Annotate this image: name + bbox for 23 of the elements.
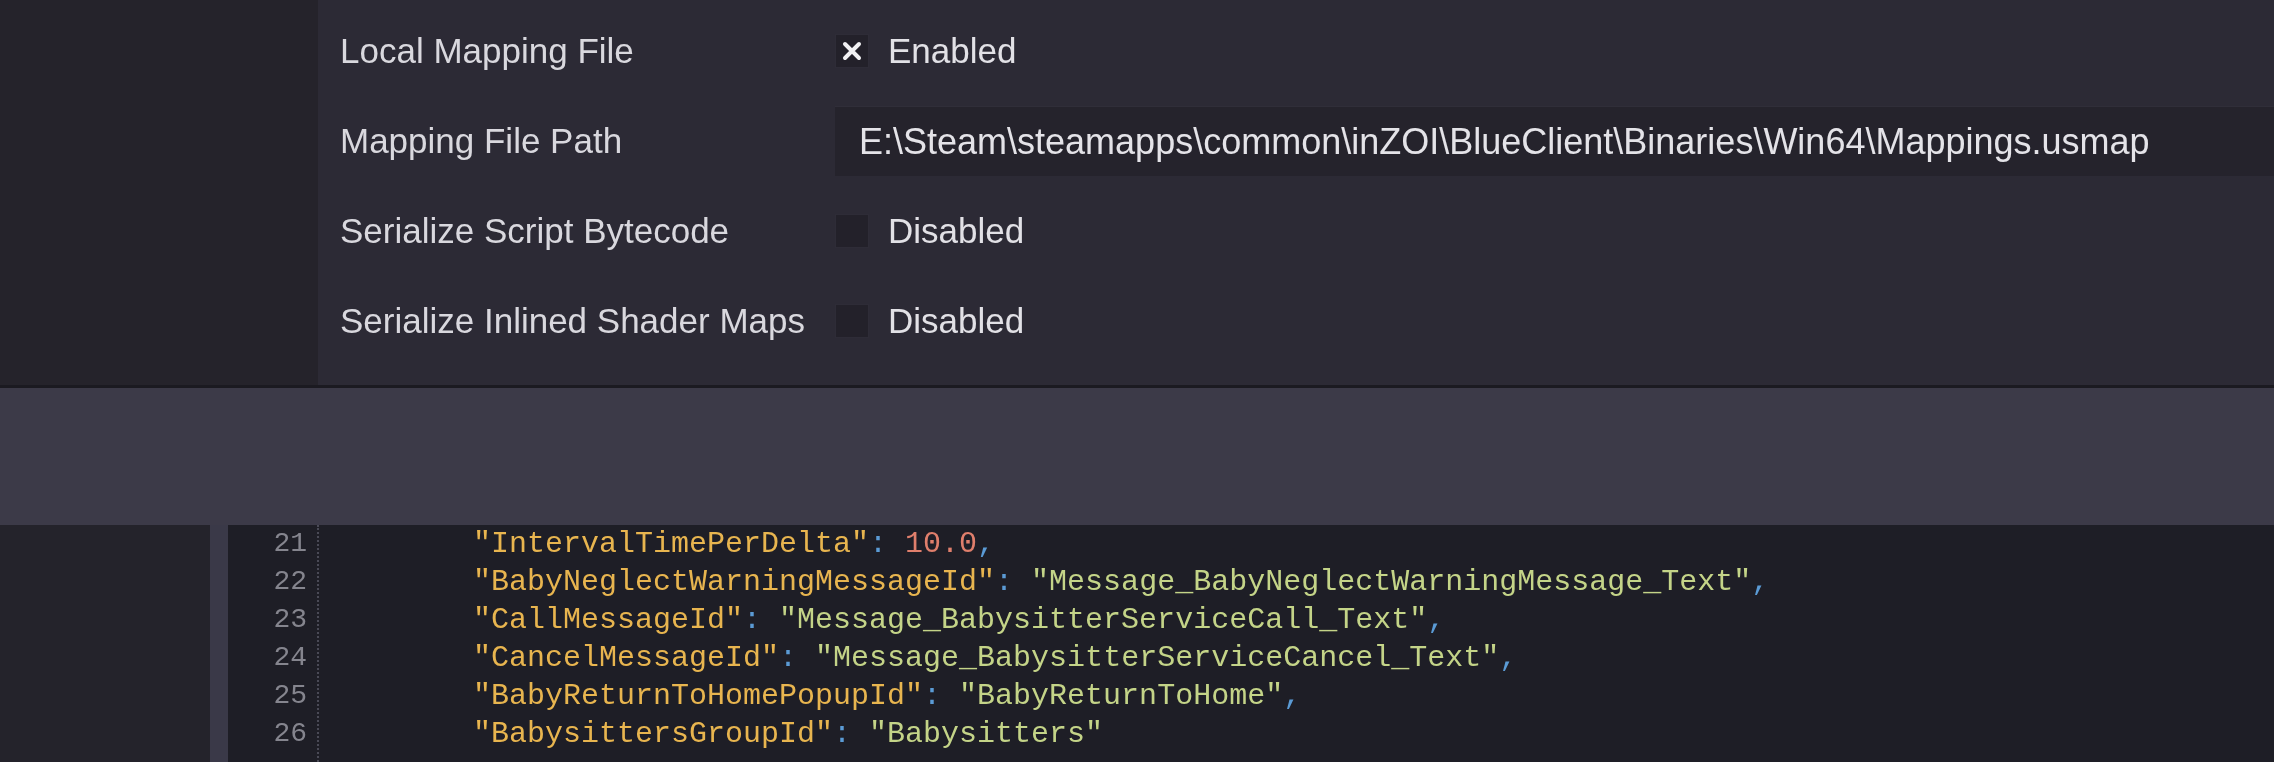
checkbox-label: Enabled bbox=[888, 31, 1017, 71]
code-line: "CallMessageId": "Message_BabysitterServiceCall_Text", bbox=[473, 602, 1446, 639]
line-number: 21 bbox=[273, 527, 307, 561]
code-line: "CancelMessageId": "Message_BabysitterServiceCancel_Text", bbox=[473, 640, 1518, 677]
checkbox[interactable] bbox=[835, 34, 869, 68]
line-number: 26 bbox=[273, 717, 307, 751]
line-number: 22 bbox=[273, 565, 307, 599]
line-number: 25 bbox=[273, 679, 307, 713]
scroll-bar[interactable] bbox=[210, 525, 228, 762]
path-field[interactable]: E:\Steam\steamapps\common\inZOI\BlueClient\Binaries\Win64\Mappings.usmap bbox=[835, 106, 2274, 176]
code-line: "BabysittersGroupId": "Babysitters" bbox=[473, 716, 1104, 753]
code-line: "BabyReturnToHomePopupId": "BabyReturnToHome", bbox=[473, 678, 1302, 715]
code-line: "BabyNeglectWarningMessageId": "Message_BabyNeglectWarningMessage_Text", bbox=[473, 564, 1770, 601]
checkbox-label: Disabled bbox=[888, 301, 1025, 341]
checkbox-label: Disabled bbox=[888, 211, 1025, 251]
setting-label: Serialize Script Bytecode bbox=[340, 211, 730, 251]
setting-label: Local Mapping File bbox=[340, 31, 634, 71]
line-number: 23 bbox=[273, 603, 307, 637]
line-number: 24 bbox=[273, 641, 307, 675]
cross-icon bbox=[842, 41, 862, 61]
setting-label: Serialize Inlined Shader Maps bbox=[340, 301, 805, 341]
setting-label: Mapping File Path bbox=[340, 121, 623, 161]
code-line: "IntervalTimePerDelta": 10.0, bbox=[473, 526, 996, 563]
